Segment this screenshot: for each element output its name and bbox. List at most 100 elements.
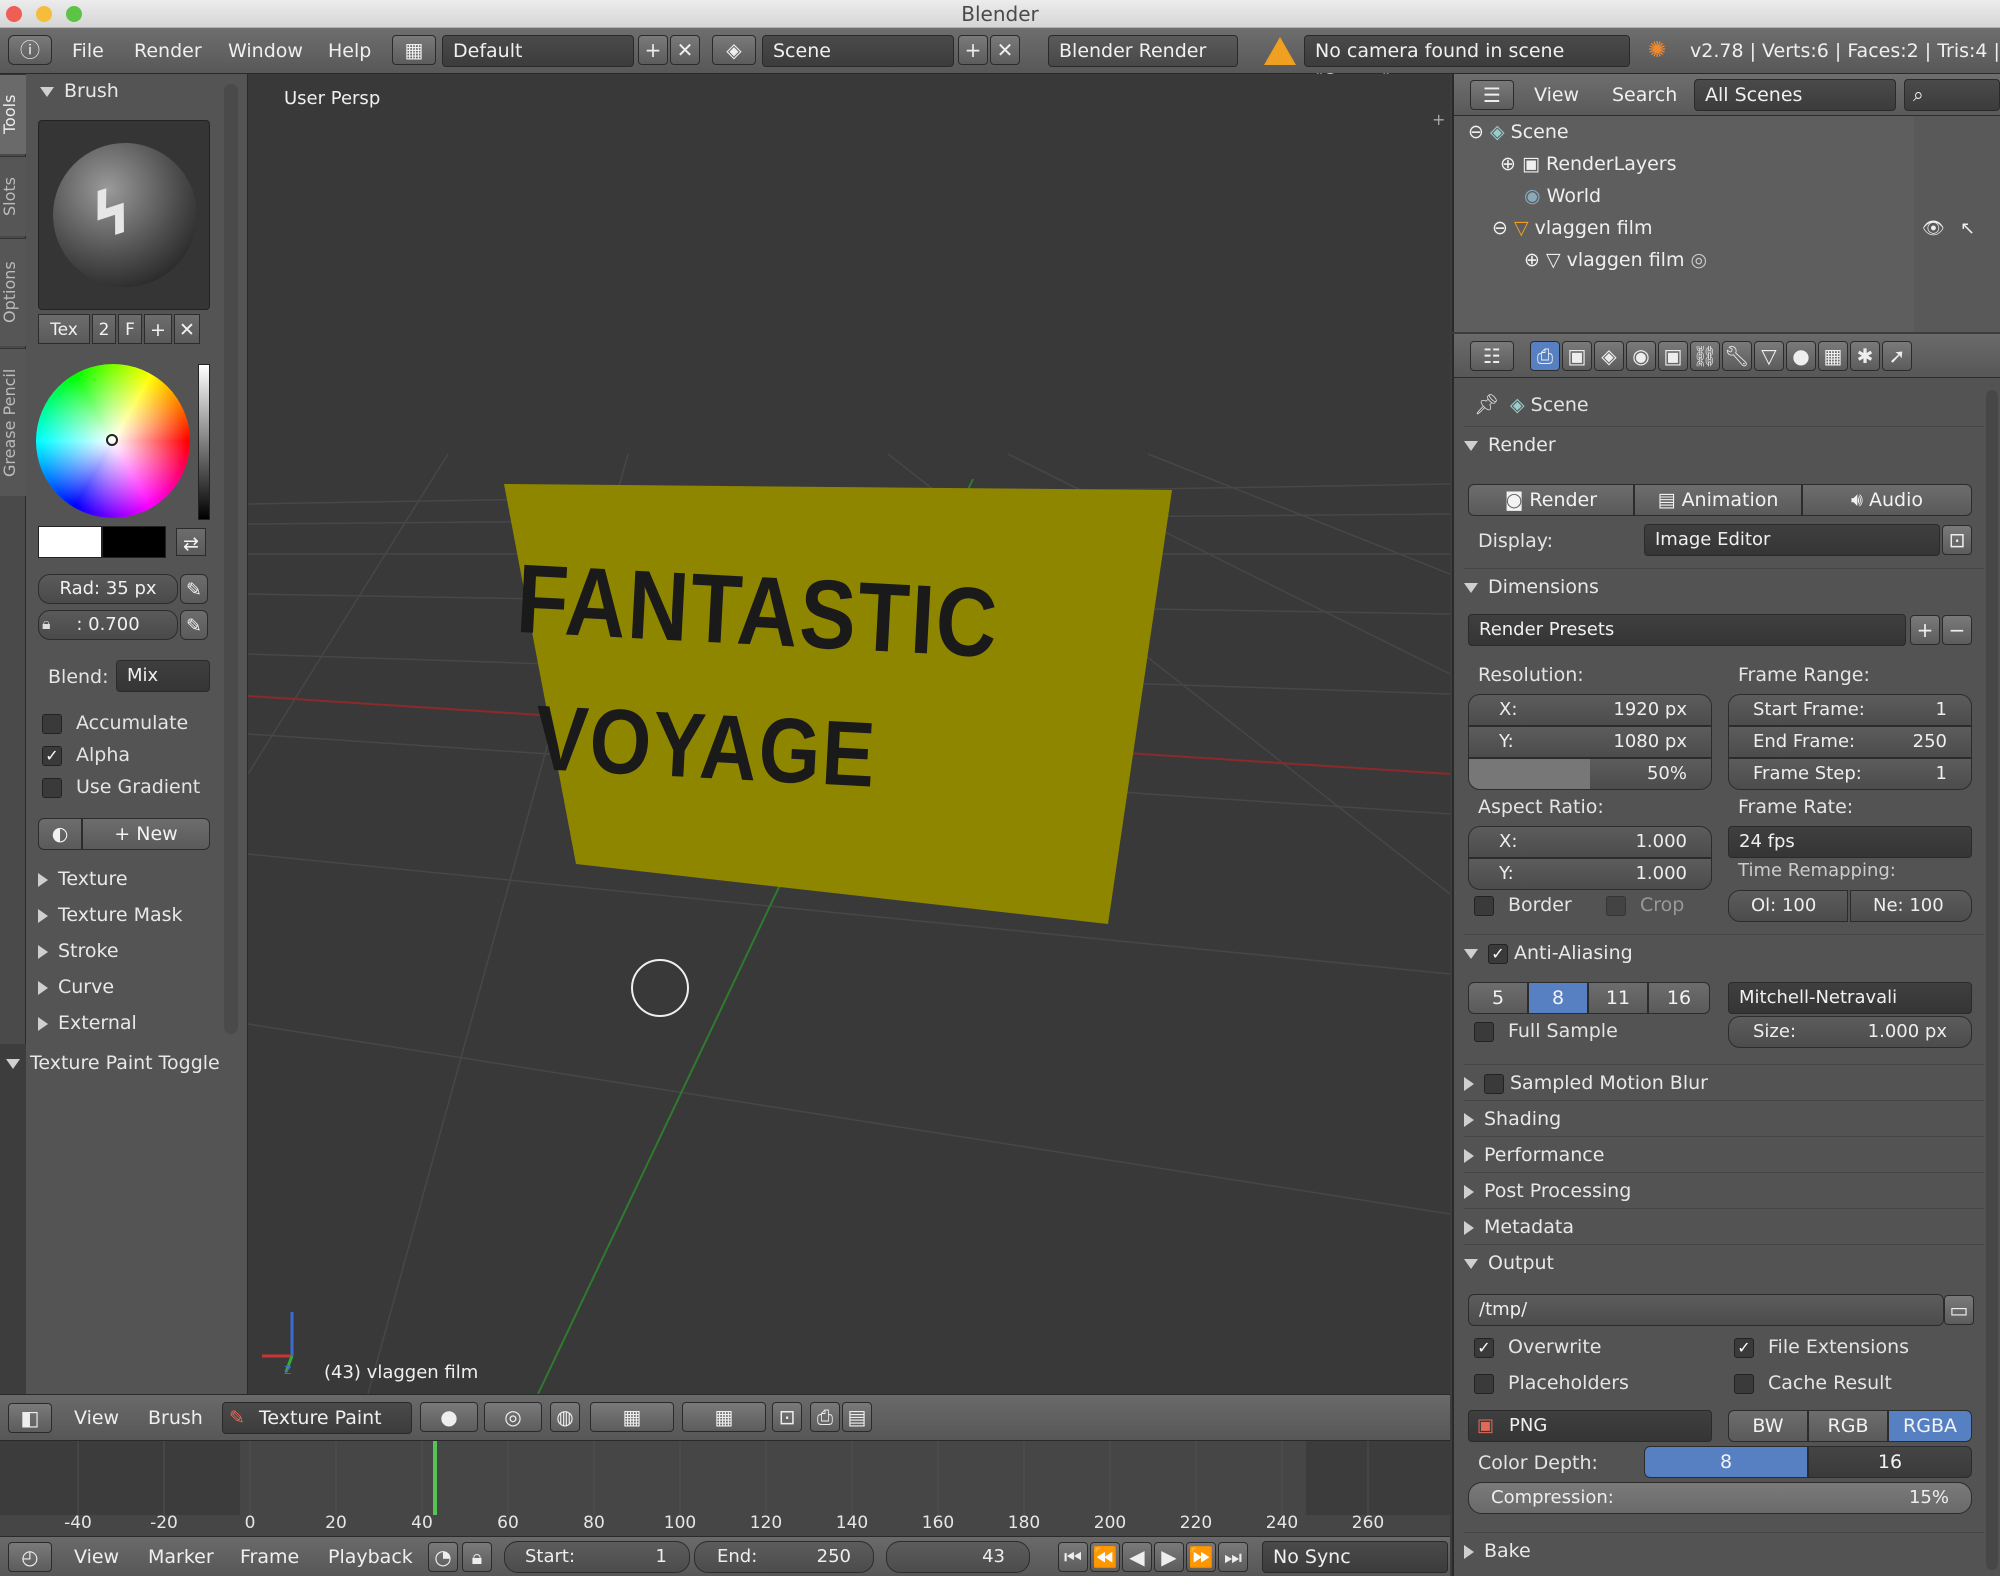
texture-panel-header[interactable]: Texture — [38, 868, 128, 890]
menu-marker[interactable]: Marker — [148, 1546, 214, 1568]
color-mode-rgb[interactable]: RGB — [1808, 1410, 1888, 1442]
resolution-y-field[interactable]: Y: 1080 px — [1468, 726, 1712, 758]
aspect-y-field[interactable]: Y: 1.000 — [1468, 858, 1712, 890]
editor-type-timeline-icon[interactable]: ◴ — [8, 1542, 52, 1572]
menu-timeline-view[interactable]: View — [74, 1546, 119, 1568]
file-format-select[interactable]: ▣ PNG — [1468, 1410, 1712, 1442]
properties-scrollbar[interactable] — [1986, 390, 1998, 1570]
unlink-brush-icon[interactable]: ✕ — [174, 314, 200, 344]
texture-paint-toggle-header[interactable]: Texture Paint Toggle — [6, 1052, 220, 1074]
editor-type-properties-icon[interactable]: ☷ — [1470, 341, 1514, 371]
new-palette-button[interactable]: + New — [82, 818, 210, 850]
output-path-field[interactable]: /tmp/ — [1468, 1294, 1944, 1326]
scene-field[interactable]: Scene — [762, 35, 954, 67]
radius-pressure-icon[interactable]: ✎ — [180, 574, 208, 604]
resolution-percent-slider[interactable]: 50% — [1468, 758, 1712, 790]
time-remap-old-field[interactable]: Ol: 100 — [1728, 890, 1848, 922]
animation-button[interactable]: ▤ Animation — [1634, 484, 1802, 516]
outliner-row-mesh[interactable]: ⊕ ▽ vlaggen film ◎ — [1454, 244, 1914, 276]
display-select[interactable]: Image Editor — [1644, 524, 1940, 556]
timeline[interactable]: -40 -20 0 20 40 60 80 100 120 140 160 180 200 220 240 2… — [0, 1440, 1450, 1536]
constraints-context-icon[interactable]: ⛓ — [1690, 341, 1720, 371]
lock-icon[interactable]: 🔒︎ — [462, 1542, 492, 1572]
data-context-icon[interactable]: ▽ — [1754, 341, 1784, 371]
menu-view[interactable]: View — [74, 1407, 119, 1429]
color-depth-8[interactable]: 8 — [1644, 1446, 1808, 1478]
render-preview-icon[interactable]: ⊡ — [772, 1402, 802, 1432]
aa-filter-size-field[interactable]: Size: 1.000 px — [1728, 1016, 1972, 1048]
keying-icon[interactable]: ◔ — [428, 1542, 458, 1572]
jump-next-key-icon[interactable]: ⏩ — [1186, 1542, 1216, 1572]
color-mode-bw[interactable]: BW — [1728, 1410, 1808, 1442]
motion-blur-checkbox[interactable] — [1484, 1073, 1504, 1094]
curve-panel-header[interactable]: Curve — [38, 976, 114, 998]
render-engine-select[interactable]: Blender Render — [1048, 35, 1238, 67]
border-checkbox[interactable] — [1474, 896, 1494, 916]
editor-type-3d-icon[interactable]: ◧ — [8, 1403, 52, 1433]
render-context-icon[interactable]: ⎙ — [1530, 341, 1560, 371]
layout-field[interactable]: Default — [442, 35, 634, 67]
stroke-panel-header[interactable]: Stroke — [38, 940, 119, 962]
file-extensions-checkbox[interactable]: ✓ — [1734, 1338, 1754, 1358]
render-button[interactable]: ◙ Render — [1468, 484, 1634, 516]
menu-file[interactable]: File — [72, 40, 104, 62]
menu-brush[interactable]: Brush — [148, 1407, 203, 1429]
remove-preset-icon[interactable]: − — [1942, 615, 1972, 645]
performance-panel-header[interactable]: Performance — [1464, 1136, 1984, 1172]
audio-button[interactable]: 🔊︎ Audio — [1802, 484, 1972, 516]
renderlayers-context-icon[interactable]: ▣ — [1562, 341, 1592, 371]
anti-aliasing-checkbox[interactable]: ✓ — [1488, 943, 1508, 964]
strength-pressure-icon[interactable]: ✎ — [180, 610, 208, 640]
aa-samples-16[interactable]: 16 — [1648, 982, 1710, 1014]
crop-checkbox[interactable] — [1606, 896, 1626, 916]
mask-icon[interactable]: ◍ — [550, 1402, 580, 1432]
time-remap-new-field[interactable]: Ne: 100 — [1850, 890, 1972, 922]
menu-playback[interactable]: Playback — [328, 1546, 413, 1568]
opengl-render-icon[interactable]: ⎙ — [810, 1402, 840, 1432]
object-context-icon[interactable]: ▣ — [1658, 341, 1688, 371]
start-frame-field[interactable]: Start: 1 — [504, 1541, 690, 1573]
aspect-x-field[interactable]: X: 1.000 — [1468, 826, 1712, 858]
overwrite-checkbox[interactable]: ✓ — [1474, 1338, 1494, 1358]
visibility-eye-icon[interactable]: 👁︎ — [1922, 218, 1945, 239]
particles-context-icon[interactable]: ✱ — [1850, 341, 1880, 371]
use-gradient-checkbox[interactable] — [42, 778, 62, 798]
render-panel-header[interactable]: Render — [1464, 426, 1984, 462]
start-frame-field-props[interactable]: Start Frame: 1 — [1728, 694, 1972, 726]
jump-prev-key-icon[interactable]: ⏪ — [1090, 1542, 1120, 1572]
menu-frame[interactable]: Frame — [240, 1546, 299, 1568]
compression-slider[interactable]: Compression: 15% — [1468, 1482, 1972, 1514]
radius-field[interactable]: Rad: 35 px — [38, 574, 178, 604]
display-lock-icon[interactable]: ⊡ — [1942, 525, 1972, 555]
layer-buttons-b[interactable]: ▦ — [682, 1402, 766, 1432]
value-slider[interactable] — [198, 364, 210, 520]
aa-samples-8[interactable]: 8 — [1528, 982, 1588, 1014]
tab-slots[interactable]: Slots — [0, 156, 26, 236]
menu-outliner-search[interactable]: Search — [1612, 84, 1677, 106]
motion-blur-panel-header[interactable]: Sampled Motion Blur — [1464, 1064, 1984, 1100]
texture-context-icon[interactable]: ▦ — [1818, 341, 1848, 371]
secondary-color-swatch[interactable] — [102, 526, 166, 558]
frame-rate-select[interactable]: 24 fps — [1728, 826, 1972, 858]
opengl-anim-icon[interactable]: ▤ — [842, 1402, 872, 1432]
accumulate-checkbox[interactable] — [42, 714, 62, 734]
sync-select[interactable]: No Sync — [1262, 1541, 1448, 1573]
delete-scene-icon[interactable]: ✕ — [990, 35, 1020, 65]
world-context-icon[interactable]: ◉ — [1626, 341, 1656, 371]
external-panel-header[interactable]: External — [38, 1012, 137, 1034]
mode-select[interactable]: ✎ Texture Paint — [222, 1402, 412, 1434]
add-brush-icon[interactable]: + — [144, 314, 172, 344]
cache-result-checkbox[interactable] — [1734, 1374, 1754, 1394]
pin-icon[interactable]: 📌︎ — [1474, 392, 1499, 416]
brush-users[interactable]: 2 — [92, 314, 116, 344]
post-processing-panel-header[interactable]: Post Processing — [1464, 1172, 1984, 1208]
tab-tools[interactable]: Tools — [0, 74, 26, 154]
menu-render[interactable]: Render — [134, 40, 202, 62]
swap-colors-icon[interactable]: ⇄ — [176, 528, 206, 556]
jump-end-icon[interactable]: ⏭ — [1218, 1542, 1248, 1572]
dimensions-panel-header[interactable]: Dimensions — [1464, 568, 1984, 604]
physics-context-icon[interactable]: ➚ — [1882, 341, 1912, 371]
add-layout-icon[interactable]: + — [638, 35, 668, 65]
primary-color-swatch[interactable] — [38, 526, 102, 558]
scene-icon[interactable]: ◈ — [712, 35, 756, 65]
